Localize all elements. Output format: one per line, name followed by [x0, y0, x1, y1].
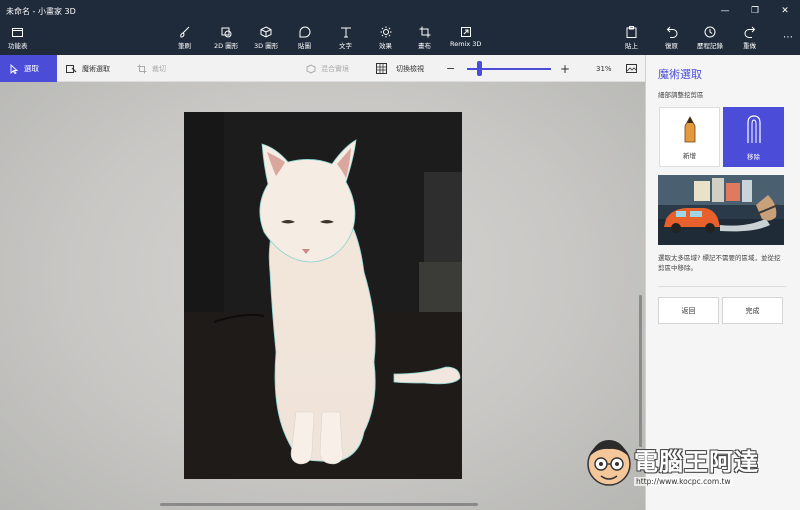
- canvas-button[interactable]: 畫布: [418, 24, 431, 54]
- effects-label: 效果: [379, 42, 392, 50]
- canvas-label: 畫布: [418, 42, 431, 50]
- shapes-2d-button[interactable]: 2D 圖形: [214, 24, 238, 54]
- select-label: 選取: [24, 64, 39, 73]
- watermark-text: 電腦王阿達: [634, 448, 759, 476]
- history-label: 歷程記錄: [697, 42, 723, 50]
- done-button[interactable]: 完成: [722, 297, 783, 324]
- select-button[interactable]: 選取: [0, 55, 57, 82]
- plus-icon: +: [560, 61, 571, 76]
- brushes-label: 筆刷: [178, 42, 191, 50]
- undo-icon: [666, 24, 678, 39]
- select-toolbar: 選取 魔術選取 裁切 混合實境 切換檢視 − + 31%: [0, 55, 645, 82]
- paste-label: 貼上: [625, 42, 638, 50]
- redo-button[interactable]: 重做: [743, 24, 756, 54]
- toggle-view-label: 切換檢視: [396, 64, 424, 73]
- toggle-view-button[interactable]: 切換檢視: [376, 55, 424, 82]
- magic-select-button[interactable]: 魔術選取: [66, 55, 110, 82]
- panel-subtitle: 細部調整挖剪區: [658, 91, 704, 99]
- panel-title: 魔術選取: [658, 68, 702, 81]
- minimize-icon[interactable]: —: [710, 0, 740, 22]
- back-button[interactable]: 返回: [658, 297, 719, 324]
- history-button[interactable]: 歷程記錄: [697, 24, 723, 54]
- menu-button[interactable]: 功能表: [8, 24, 28, 54]
- canvas-image[interactable]: [184, 112, 462, 479]
- main-toolbar: 功能表 筆刷 2D 圖形 3D 圖形 貼圖 文字 效果 畫布 Remix 3D …: [0, 22, 800, 55]
- shapes-3d-button[interactable]: 3D 圖形: [254, 24, 278, 54]
- undo-button[interactable]: 復原: [665, 24, 678, 54]
- zoom-percent: 31%: [596, 64, 612, 73]
- remove-region-button[interactable]: 移除: [723, 107, 784, 167]
- stickers-button[interactable]: 貼圖: [298, 24, 311, 54]
- title-bar: 未命名 - 小畫家 3D — ❐ ✕: [0, 0, 800, 22]
- sticker-icon: [299, 24, 311, 39]
- text-icon: [340, 24, 352, 39]
- remix-icon: [460, 24, 472, 39]
- mascot-face-icon: [587, 440, 631, 486]
- maximize-icon[interactable]: ❐: [740, 0, 770, 22]
- watermark: 電腦王阿達 http://www.kocpc.com.tw: [584, 432, 800, 510]
- zoom-slider-thumb[interactable]: [477, 61, 482, 76]
- crop-canvas-icon: [419, 24, 431, 39]
- mixed-reality-button[interactable]: 混合實境: [306, 55, 349, 82]
- eraser-icon: [746, 115, 761, 143]
- crop-label: 裁切: [152, 64, 166, 73]
- cat-photo: [184, 112, 462, 479]
- shape-2d-icon: [220, 24, 232, 39]
- cursor-icon: [10, 63, 18, 74]
- tutorial-illustration: [658, 175, 784, 245]
- zoom-in-button[interactable]: +: [560, 55, 570, 82]
- pencil-icon: [684, 116, 695, 143]
- grid-icon: [376, 63, 387, 74]
- clipboard-icon: [626, 24, 637, 39]
- text-button[interactable]: 文字: [339, 24, 352, 54]
- stickers-label: 貼圖: [298, 42, 311, 50]
- minus-icon: −: [446, 62, 456, 75]
- redo-icon: [744, 24, 756, 39]
- crop-icon: [137, 64, 147, 73]
- effects-button[interactable]: 效果: [379, 24, 392, 54]
- crop-button[interactable]: 裁切: [137, 55, 166, 82]
- undo-label: 復原: [665, 42, 678, 50]
- more-icon: ⋯: [783, 32, 793, 43]
- magic-select-label: 魔術選取: [82, 64, 110, 73]
- magic-select-icon: [66, 64, 77, 73]
- add-label: 新增: [683, 152, 696, 160]
- window-title: 未命名 - 小畫家 3D: [6, 6, 76, 16]
- cube-icon: [260, 24, 272, 39]
- brushes-button[interactable]: 筆刷: [178, 24, 191, 54]
- horizontal-scrollbar[interactable]: [160, 503, 478, 506]
- shapes-2d-label: 2D 圖形: [214, 42, 239, 50]
- zoom-out-button[interactable]: −: [446, 55, 455, 82]
- sun-icon: [380, 24, 392, 39]
- remove-label: 移除: [747, 153, 760, 161]
- menu-label: 功能表: [8, 42, 28, 50]
- vertical-scrollbar[interactable]: [639, 295, 642, 447]
- close-icon[interactable]: ✕: [770, 0, 800, 22]
- window-controls: — ❐ ✕: [710, 0, 800, 22]
- brush-icon: [179, 24, 191, 39]
- add-region-button[interactable]: 新增: [659, 107, 720, 167]
- history-icon: [704, 24, 716, 39]
- remix-3d-button[interactable]: Remix 3D: [450, 24, 481, 54]
- paste-button[interactable]: 貼上: [625, 24, 638, 54]
- redo-label: 重做: [743, 42, 756, 50]
- mixed-reality-icon: [306, 63, 316, 74]
- panel-description: 選取太多區域? 標記不需要的區域，並從挖剪區中移除。: [658, 254, 781, 272]
- canvas-area[interactable]: [0, 82, 645, 510]
- mixed-reality-label: 混合實境: [321, 64, 349, 73]
- image-icon: [626, 64, 637, 73]
- remix-label: Remix 3D: [450, 40, 482, 48]
- folder-icon: [12, 24, 24, 39]
- panel-divider: [658, 286, 786, 287]
- text-label: 文字: [339, 42, 352, 50]
- watermark-url: http://www.kocpc.com.tw: [634, 477, 733, 486]
- fit-view-button[interactable]: [626, 55, 642, 82]
- shapes-3d-label: 3D 圖形: [254, 42, 279, 50]
